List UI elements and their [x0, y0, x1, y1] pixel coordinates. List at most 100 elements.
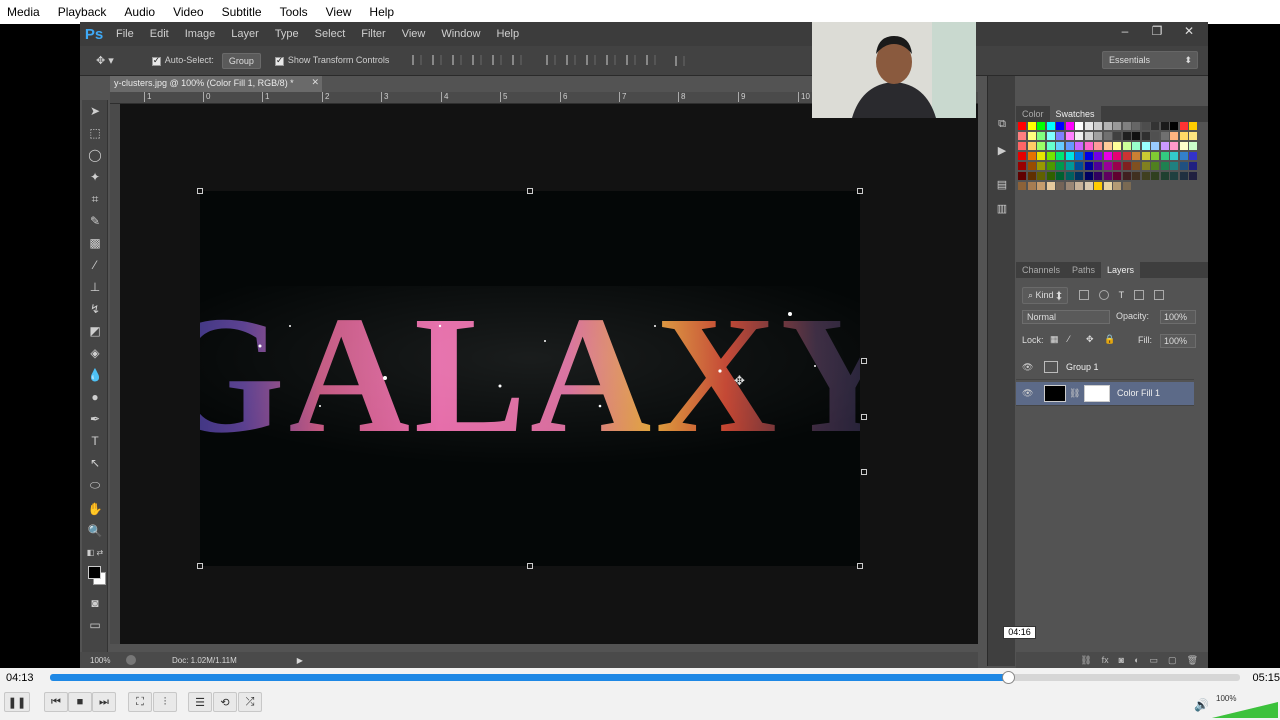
swatch-cell[interactable] — [1170, 162, 1178, 170]
swatch-cell[interactable] — [1113, 152, 1121, 160]
swatch-cell[interactable] — [1189, 132, 1197, 140]
adjustment-icon[interactable]: ◐ — [1134, 655, 1139, 665]
swatch-cell[interactable] — [1037, 172, 1045, 180]
swatch-cell[interactable] — [1113, 172, 1121, 180]
swatch-cell[interactable] — [1037, 132, 1045, 140]
swatch-cell[interactable] — [1141, 172, 1150, 180]
align-right-icon[interactable] — [512, 54, 523, 65]
transform-handle[interactable] — [197, 188, 203, 194]
swatch-cell[interactable] — [1160, 152, 1169, 160]
swatch-cell[interactable] — [1122, 132, 1131, 140]
ps-menu-type[interactable]: Type — [267, 28, 307, 40]
swatch-cell[interactable] — [1065, 152, 1074, 160]
swatch-cell[interactable] — [1027, 182, 1036, 190]
distribute-top-icon[interactable] — [546, 54, 557, 65]
ps-menu-select[interactable]: Select — [307, 28, 354, 40]
swatch-cell[interactable] — [1179, 162, 1188, 170]
swatch-cell[interactable] — [1065, 122, 1074, 130]
close-doc-icon[interactable]: ✕ — [311, 77, 319, 88]
menu-subtitle[interactable]: Subtitle — [217, 5, 267, 19]
menu-audio[interactable]: Audio — [119, 5, 160, 19]
swatch-cell[interactable] — [1094, 132, 1102, 140]
swatch-cell[interactable] — [1132, 122, 1140, 130]
next-button[interactable]: ⏭ — [92, 692, 116, 712]
align-left-icon[interactable] — [472, 54, 483, 65]
seek-bar[interactable] — [50, 671, 1240, 684]
delete-layer-icon[interactable]: 🗑 — [1187, 655, 1198, 666]
swatch-cell[interactable] — [1018, 132, 1026, 140]
seek-handle[interactable] — [1001, 671, 1015, 684]
swatch-cell[interactable] — [1122, 172, 1131, 180]
swatch-cell[interactable] — [1046, 122, 1055, 130]
swatch-cell[interactable] — [1056, 182, 1064, 190]
tab-swatches[interactable]: Swatches — [1049, 106, 1101, 122]
swatch-cell[interactable] — [1189, 162, 1197, 170]
swatch-cell[interactable] — [1094, 142, 1102, 150]
swatch-cell[interactable] — [1170, 142, 1178, 150]
swatch-cell[interactable] — [1160, 122, 1169, 130]
align-middle-icon[interactable] — [432, 54, 443, 65]
filter-smart-icon[interactable] — [1154, 290, 1165, 300]
loop-button[interactable]: ⟲ — [213, 692, 237, 712]
history-icon[interactable]: ⧉ — [995, 118, 1009, 132]
new-layer-icon[interactable]: ▢ — [1168, 655, 1177, 666]
filter-shape-icon[interactable] — [1134, 290, 1145, 300]
ps-menu-filter[interactable]: Filter — [353, 28, 393, 40]
swatch-cell[interactable] — [1103, 132, 1112, 140]
swatch-cell[interactable] — [1046, 162, 1055, 170]
transform-handle[interactable] — [857, 563, 863, 569]
type-tool-icon[interactable]: T — [86, 432, 104, 450]
swatch-cell[interactable] — [1065, 162, 1074, 170]
stop-button[interactable]: ■ — [68, 692, 92, 712]
swatch-cell[interactable] — [1132, 142, 1140, 150]
swatch-cell[interactable] — [1075, 182, 1083, 190]
swatch-cell[interactable] — [1037, 152, 1045, 160]
swatch-cell[interactable] — [1046, 182, 1055, 190]
distribute-right-icon[interactable] — [646, 54, 657, 65]
close-icon[interactable]: ✕ — [1178, 24, 1200, 38]
swatch-cell[interactable] — [1018, 172, 1026, 180]
swatch-cell[interactable] — [1132, 172, 1140, 180]
stamp-tool-icon[interactable]: ⊥ — [86, 278, 104, 296]
swatch-cell[interactable] — [1151, 132, 1159, 140]
swatch-cell[interactable] — [1160, 142, 1169, 150]
swatch-cell[interactable] — [1056, 152, 1064, 160]
swatch-cell[interactable] — [1189, 122, 1197, 130]
foreground-color-swatch[interactable] — [88, 566, 101, 579]
ps-menu-window[interactable]: Window — [433, 28, 488, 40]
previous-button[interactable]: ⏮ — [44, 692, 68, 712]
swatch-cell[interactable] — [1018, 122, 1026, 130]
swatch-cell[interactable] — [1094, 152, 1102, 160]
healing-brush-icon[interactable]: ▩ — [86, 234, 104, 252]
swatch-cell[interactable] — [1113, 132, 1121, 140]
swatch-cell[interactable] — [1056, 122, 1064, 130]
transform-handle[interactable] — [527, 563, 533, 569]
pause-button[interactable]: ❚❚ — [4, 692, 30, 712]
swatch-cell[interactable] — [1037, 162, 1045, 170]
swatch-cell[interactable] — [1141, 162, 1150, 170]
swatch-cell[interactable] — [1122, 162, 1131, 170]
swatch-cell[interactable] — [1037, 142, 1045, 150]
tab-paths[interactable]: Paths — [1066, 262, 1101, 278]
swatch-cell[interactable] — [1094, 162, 1102, 170]
swatch-cell[interactable] — [1189, 152, 1197, 160]
swatch-cell[interactable] — [1018, 162, 1026, 170]
menu-media[interactable]: Media — [2, 5, 45, 19]
menu-video[interactable]: Video — [168, 5, 208, 19]
swatch-cell[interactable] — [1151, 162, 1159, 170]
zoom-level[interactable]: 100% — [90, 656, 120, 665]
swatch-cell[interactable] — [1084, 172, 1093, 180]
menu-help[interactable]: Help — [364, 5, 399, 19]
swatch-cell[interactable] — [1103, 142, 1112, 150]
swatch-cell[interactable] — [1189, 142, 1197, 150]
menu-view[interactable]: View — [321, 5, 357, 19]
ps-menu-image[interactable]: Image — [177, 28, 224, 40]
swatch-cell[interactable] — [1151, 152, 1159, 160]
layer-row-group[interactable]: 👁 Group 1 — [1016, 356, 1194, 380]
transform-handle[interactable] — [861, 469, 867, 475]
swatch-cell[interactable] — [1084, 142, 1093, 150]
transform-handle[interactable] — [861, 358, 867, 364]
swatch-cell[interactable] — [1018, 182, 1026, 190]
lock-pixels-icon[interactable]: ⁄ — [1068, 334, 1070, 344]
crop-tool-icon[interactable]: ⌗ — [86, 190, 104, 208]
